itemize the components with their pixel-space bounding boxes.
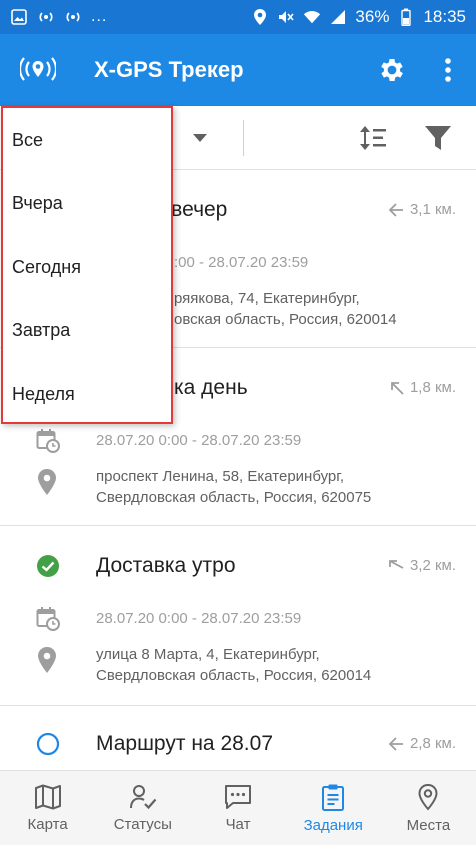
wifi-icon	[303, 8, 321, 26]
task-address: проспект Ленина, 58, Екатеринбург, Сверд…	[96, 466, 371, 508]
place-icon	[37, 468, 57, 501]
calendar-clock-icon	[36, 606, 60, 637]
address-line: Свердловская область, Россия, 620075	[96, 489, 372, 506]
system-icons: 36% 18:35	[251, 7, 466, 27]
nav-map[interactable]: Карта	[0, 771, 95, 845]
battery-icon	[397, 8, 415, 26]
nav-label: Карта	[27, 815, 68, 833]
notification-icons: ...	[10, 8, 107, 26]
distance-text: 3,2 км.	[409, 557, 456, 574]
task-period: 28.07.20 0:00 - 28.07.20 23:59	[96, 432, 302, 449]
task-period: 28.07.20 0:00 - 28.07.20 23:59	[96, 610, 302, 627]
place-icon	[418, 783, 438, 810]
mute-icon	[277, 8, 295, 26]
app-title: X-GPS Трекер	[94, 57, 244, 82]
task-address: улица 8 Марта, 4, Екатеринбург, Свердлов…	[96, 644, 371, 686]
task-distance: 3,2 км.	[388, 557, 456, 574]
gps-signal-icon[interactable]	[0, 56, 76, 84]
chevron-down-icon[interactable]	[192, 130, 208, 148]
app-bar: X-GPS Трекер	[0, 34, 476, 106]
dropdown-option-all[interactable]: Все	[12, 130, 43, 151]
nav-label: Задания	[303, 816, 363, 834]
check-circle-icon	[36, 554, 60, 578]
period-filter-dropdown: Все Вчера Сегодня Завтра Неделя	[1, 106, 173, 424]
address-line: проспект Ленина, 58, Екатеринбург,	[96, 468, 345, 485]
gear-icon[interactable]	[364, 42, 420, 98]
task-distance: 2,8 км.	[388, 735, 456, 752]
signal-icon	[329, 8, 347, 26]
task-distance: 3,1 км.	[388, 201, 456, 218]
chat-icon	[225, 784, 251, 809]
address-line: ряякова, 74, Екатеринбург,	[174, 290, 360, 307]
nav-tasks[interactable]: Задания	[286, 771, 381, 845]
location-icon	[251, 8, 269, 26]
filter-icon[interactable]	[424, 124, 452, 157]
address-line: овская область, Россия, 620014	[174, 311, 397, 328]
address-line: Свердловская область, Россия, 620014	[96, 667, 372, 684]
battery-percent: 36%	[355, 7, 390, 26]
sort-icon[interactable]	[358, 124, 388, 157]
more-notifications: ...	[91, 8, 108, 25]
clock: 18:35	[423, 7, 466, 26]
more-vert-icon[interactable]	[420, 42, 476, 98]
broadcast-icon	[64, 8, 82, 26]
circle-outline-icon[interactable]	[36, 732, 60, 756]
task-name: ка день	[174, 376, 248, 399]
nav-statuses[interactable]: Статусы	[95, 771, 190, 845]
place-icon	[37, 646, 57, 679]
dropdown-option-yesterday[interactable]: Вчера	[12, 193, 63, 214]
checklist-icon	[129, 784, 157, 809]
map-icon	[34, 784, 61, 809]
distance-text: 1,8 км.	[409, 379, 456, 396]
task-name: Доставка утро	[96, 554, 236, 577]
nav-chat[interactable]: Чат	[190, 771, 285, 845]
distance-text: 2,8 км.	[409, 735, 456, 752]
clipboard-icon	[322, 784, 345, 811]
task-item[interactable]: Доставка утро 3,2 км. 28.07.20 0:00 - 28…	[0, 526, 476, 706]
nav-label: Места	[406, 816, 451, 834]
arrow-west-icon	[388, 202, 403, 217]
task-item[interactable]: Маршрут на 28.07 2,8 км.	[0, 706, 476, 770]
broadcast-icon	[37, 8, 55, 26]
bottom-navigation: Карта Статусы Чат Задания Места	[0, 770, 476, 845]
dropdown-option-tomorrow[interactable]: Завтра	[12, 320, 70, 341]
task-period: :00 - 28.07.20 23:59	[174, 254, 309, 271]
picture-icon	[10, 8, 28, 26]
distance-text: 3,1 км.	[409, 201, 456, 218]
task-distance: 1,8 км.	[390, 379, 456, 396]
task-address: ряякова, 74, Екатеринбург, овская област…	[174, 288, 397, 330]
nav-label: Статусы	[113, 815, 172, 833]
arrow-north-west-icon	[389, 559, 404, 569]
arrow-north-west-icon	[391, 381, 404, 395]
task-name: Маршрут на 28.07	[96, 732, 273, 755]
nav-places[interactable]: Места	[381, 771, 476, 845]
arrow-west-icon	[388, 736, 403, 751]
calendar-clock-icon	[36, 428, 60, 459]
dropdown-option-today[interactable]: Сегодня	[12, 257, 81, 278]
nav-label: Чат	[225, 815, 251, 833]
status-bar: ... 36% 18:35	[0, 0, 476, 34]
dropdown-option-week[interactable]: Неделя	[12, 384, 75, 405]
divider	[243, 120, 244, 156]
address-line: улица 8 Марта, 4, Екатеринбург,	[96, 646, 320, 663]
